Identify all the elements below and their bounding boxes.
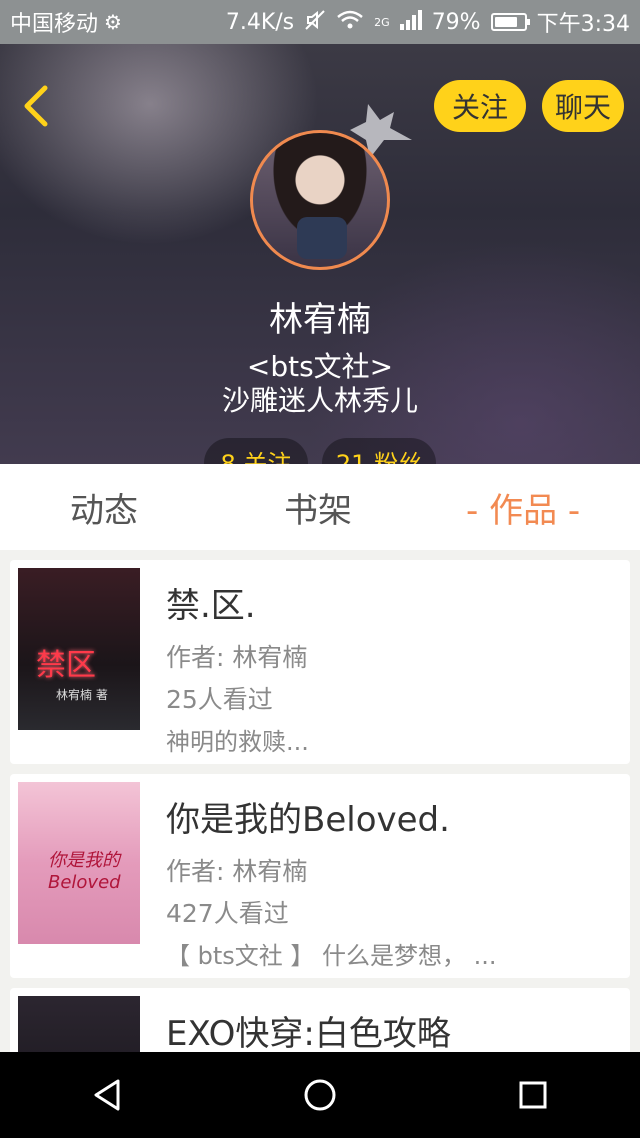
follow-button[interactable]: 关注 <box>434 80 526 132</box>
book-card[interactable]: 禁区 林宥楠 著 禁.区. 作者: 林宥楠 25人看过 神明的救赎... <box>10 560 630 764</box>
book-card[interactable]: 你是我的Beloved 你是我的Beloved. 作者: 林宥楠 427人看过 … <box>10 774 630 978</box>
carrier-label: 中国移动 <box>10 12 99 37</box>
book-views: 427人看过 <box>166 899 289 928</box>
book-description: 神明的救赎... <box>166 728 309 756</box>
book-title: 禁.区. <box>166 586 256 626</box>
cover-title-text: 禁区 <box>36 648 96 683</box>
works-list: 禁区 林宥楠 著 禁.区. 作者: 林宥楠 25人看过 神明的救赎... 你是我… <box>0 550 640 1052</box>
tab-works[interactable]: - 作品 - <box>466 464 580 550</box>
chevron-left-icon <box>24 85 48 127</box>
battery-icon <box>490 13 530 31</box>
book-author: 作者: 林宥楠 <box>166 643 308 672</box>
bio-line-1: <bts文社> <box>246 350 394 383</box>
nav-recents-button[interactable] <box>493 1065 573 1125</box>
book-cover: 你是我的Beloved <box>18 782 140 944</box>
tab-activity[interactable]: 动态 <box>70 464 138 550</box>
book-description: 【 bts文社 】 什么是梦想， ... <box>166 942 497 970</box>
profile-bio: <bts文社> 沙雕迷人林秀儿 <box>0 350 640 418</box>
fans-count[interactable]: 21 粉丝 <box>322 438 436 464</box>
square-recents-icon <box>519 1081 547 1109</box>
tab-bookshelf[interactable]: 书架 <box>284 464 352 550</box>
wifi-icon <box>336 9 364 36</box>
triangle-back-icon <box>94 1079 120 1111</box>
following-count[interactable]: 8 关注 <box>204 438 308 464</box>
username: 林宥楠 <box>269 300 371 340</box>
battery-percent: 79% <box>431 9 481 35</box>
avatar-photo-detail <box>297 217 347 259</box>
nav-home-button[interactable] <box>280 1065 360 1125</box>
cover-author-text: 林宥楠 著 <box>56 688 108 702</box>
avatar[interactable] <box>250 130 390 270</box>
system-nav-bar <box>0 1052 640 1138</box>
mute-icon <box>304 9 326 36</box>
chat-button[interactable]: 聊天 <box>542 80 624 132</box>
network-speed: 7.4K/s <box>225 9 295 35</box>
status-bar: 中国移动 ⚙ 7.4K/s 2G 79% 下午3:34 <box>0 0 640 44</box>
book-cover: 禁区 林宥楠 著 <box>18 568 140 730</box>
book-card[interactable]: EXO快穿:白色攻略 <box>10 988 630 1052</box>
book-title: 你是我的Beloved. <box>166 800 450 840</box>
signal-icon <box>399 9 422 35</box>
clock: 下午3:34 <box>536 12 630 37</box>
settings-icon: ⚙ <box>104 10 122 34</box>
book-title: EXO快穿:白色攻略 <box>166 1014 451 1052</box>
bio-line-2: 沙雕迷人林秀儿 <box>221 384 418 417</box>
cover-title-text: 你是我的Beloved <box>48 850 121 893</box>
book-views: 25人看过 <box>166 685 273 714</box>
network-type: 2G <box>374 15 390 29</box>
profile-header: 关注 聊天 林宥楠 <bts文社> 沙雕迷人林秀儿 8 关注 21 粉丝 <box>0 44 640 464</box>
nav-back-button[interactable] <box>67 1065 147 1125</box>
circle-home-icon <box>304 1079 336 1111</box>
book-author: 作者: 林宥楠 <box>166 857 308 886</box>
book-cover <box>18 996 140 1052</box>
tab-bar: 动态 书架 - 作品 - <box>0 464 640 550</box>
back-button[interactable] <box>16 84 56 128</box>
